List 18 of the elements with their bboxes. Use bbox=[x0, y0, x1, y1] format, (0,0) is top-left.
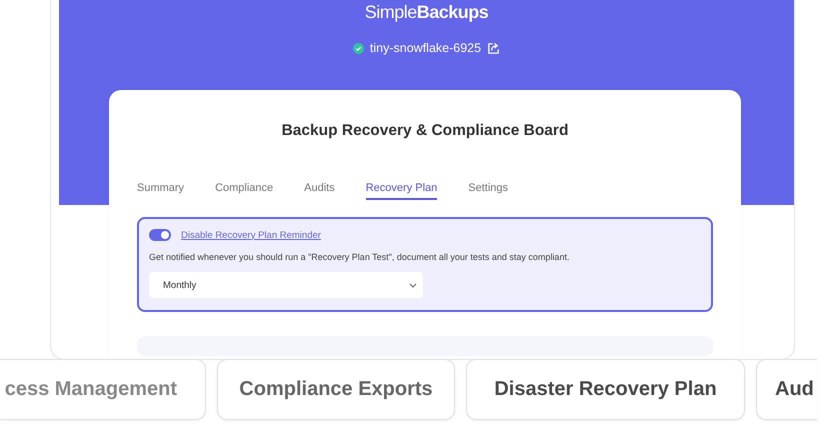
tab[interactable]: Summary bbox=[137, 182, 184, 200]
tab[interactable]: Recovery Plan bbox=[366, 182, 438, 200]
feature-pill[interactable]: Disaster Recovery Plan bbox=[466, 359, 745, 420]
board-title: Backup Recovery & Compliance Board bbox=[280, 121, 570, 140]
feature-pill[interactable]: Compliance Exports bbox=[217, 359, 455, 420]
feature-pill[interactable]: Aud bbox=[756, 359, 817, 420]
disable-reminder-link[interactable]: Disable Recovery Plan Reminder bbox=[181, 230, 321, 240]
server-name: tiny-snowflake-6925 bbox=[370, 41, 482, 55]
reminder-description: Get notified whenever you should run a "Recovery Plan Test", document all your tests and stay compliant. bbox=[149, 252, 570, 262]
feature-pill[interactable]: cess Management bbox=[0, 359, 206, 420]
tab[interactable]: Compliance bbox=[215, 182, 274, 200]
tab[interactable]: Settings bbox=[468, 182, 508, 200]
chevron-down-icon bbox=[409, 282, 417, 288]
toggle-switch[interactable] bbox=[149, 229, 171, 241]
frequency-dropdown[interactable]: Monthly bbox=[149, 272, 423, 298]
brand-logo: SimpleBackups bbox=[364, 2, 488, 23]
tab[interactable]: Audits bbox=[304, 182, 335, 200]
share-icon[interactable] bbox=[487, 42, 500, 54]
